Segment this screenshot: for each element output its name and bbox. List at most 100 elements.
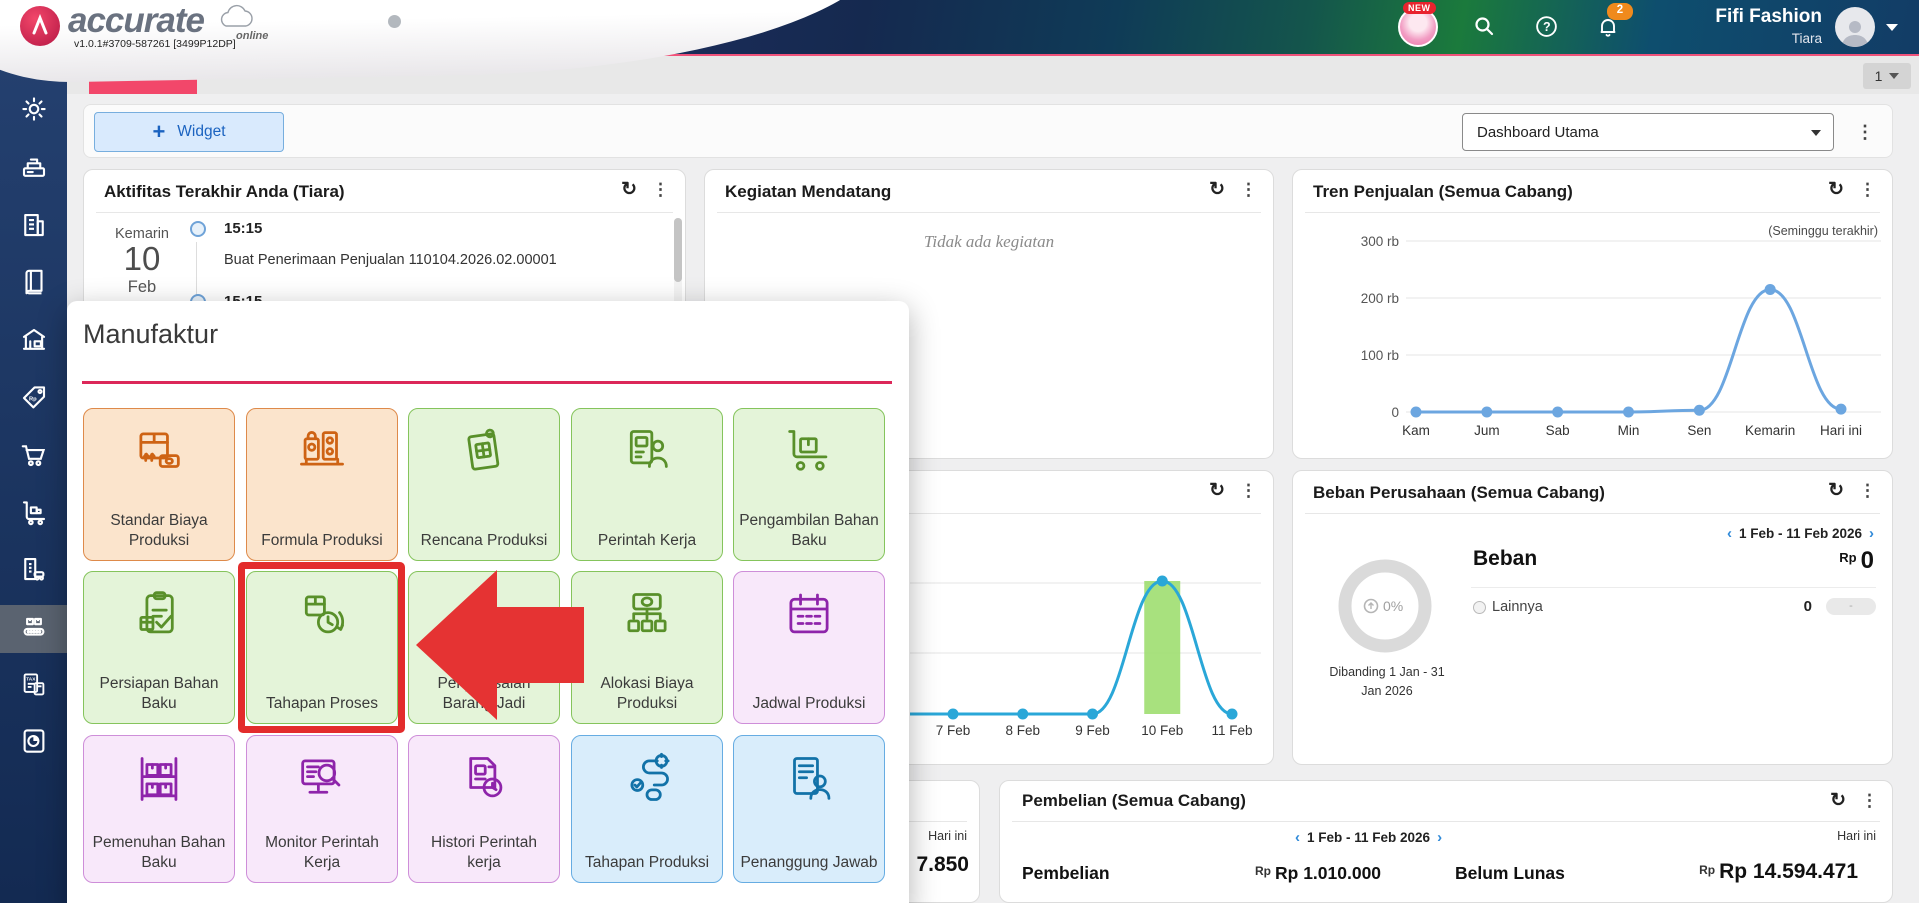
kebab-icon[interactable]: ⋮	[1240, 181, 1257, 198]
tile-alokasi-biaya-produksi[interactable]: Alokasi Biaya Produksi	[571, 571, 723, 724]
sidebar-item-price-tag[interactable]: Rp	[0, 382, 67, 414]
purchases-value: Rp Rp 1.010.000	[1255, 863, 1382, 883]
upcoming-empty-text: Tidak ada kegiatan	[923, 232, 1055, 251]
tile-jadwal-produksi[interactable]: Jadwal Produksi	[733, 571, 885, 724]
app-version: v1.0.1#3709-587261 [3499P12DP]	[74, 38, 236, 50]
main-sidebar: Rp TAX	[0, 54, 67, 903]
kebab-icon[interactable]: ⋮	[1240, 482, 1257, 499]
refresh-icon[interactable]: ↻	[1828, 481, 1844, 500]
tile-tahapan-produksi[interactable]: Tahapan Produksi	[571, 735, 723, 883]
refresh-icon[interactable]: ↻	[621, 180, 637, 199]
shelf-boxes-icon	[84, 750, 234, 808]
kebab-icon[interactable]: ⋮	[1859, 181, 1876, 198]
chevron-left-icon[interactable]: ‹	[1295, 829, 1300, 846]
svg-text:Jum: Jum	[1474, 423, 1500, 438]
tile-rencana-produksi[interactable]: Rencana Produksi	[408, 408, 560, 561]
svg-text:7 Feb: 7 Feb	[936, 723, 971, 738]
add-widget-button[interactable]: + Widget	[94, 112, 284, 152]
sidebar-item-reports[interactable]	[0, 725, 67, 757]
user-name: Fifi Fashion	[1715, 6, 1822, 27]
divider	[1305, 513, 1880, 514]
svg-text:Hari ini: Hari ini	[1820, 423, 1862, 438]
svg-text:Sen: Sen	[1687, 423, 1711, 438]
user-avatar[interactable]	[1835, 7, 1875, 47]
toolbar-kebab-icon[interactable]: ⋮	[1856, 122, 1874, 143]
dashboard-selector-value: Dashboard Utama	[1477, 123, 1599, 141]
sidebar-item-tax[interactable]: TAX	[0, 669, 67, 701]
sidebar-item-settings[interactable]	[0, 93, 67, 125]
expense-card: Beban Perusahaan (Semua Cabang) ↻ ⋮ ‹ 1 …	[1292, 470, 1893, 765]
expense-legend-value: 0	[1803, 598, 1812, 615]
page-count-selector[interactable]: 1	[1863, 63, 1911, 89]
divider	[96, 212, 673, 213]
refresh-icon[interactable]: ↻	[1830, 791, 1846, 810]
formula-machines-icon	[247, 423, 397, 481]
conveyor-boxes-icon	[23, 617, 44, 636]
help-icon[interactable]: ?	[1534, 14, 1559, 39]
refresh-icon[interactable]: ↻	[1209, 180, 1225, 199]
tile-pengambilan-bahan-baku[interactable]: Pengambilan Bahan Baku	[733, 408, 885, 561]
sidebar-item-inventory[interactable]	[0, 497, 67, 529]
purchases-date-range: ‹ 1 Feb - 11 Feb 2026 ›	[1295, 829, 1442, 846]
search-icon[interactable]	[1472, 14, 1496, 38]
popup-title: Manufaktur	[83, 319, 219, 349]
expense-title: Beban Perusahaan (Semua Cabang)	[1313, 483, 1605, 502]
gear-icon	[21, 97, 46, 121]
tile-perintah-kerja[interactable]: Perintah Kerja	[571, 408, 723, 561]
accurate-logo-icon[interactable]	[20, 6, 60, 46]
sidebar-item-bank[interactable]	[0, 324, 67, 356]
chevron-right-icon[interactable]: ›	[1437, 829, 1442, 846]
tile-pemenuhan-bahan-baku[interactable]: Pemenuhan Bahan Baku	[83, 735, 235, 883]
tile-standar-biaya-produksi[interactable]: Standar Biaya Produksi	[83, 408, 235, 561]
material-trolley-icon	[734, 423, 884, 481]
tile-persiapan-bahan-baku[interactable]: Persiapan Bahan Baku	[83, 571, 235, 724]
chevron-right-icon[interactable]: ›	[1869, 525, 1874, 542]
user-info[interactable]: Fifi Fashion Tiara	[1630, 6, 1822, 47]
shopping-cart-icon	[21, 445, 45, 467]
clipboard-check-icon	[84, 586, 234, 644]
chevron-left-icon[interactable]: ‹	[1727, 525, 1732, 542]
sidebar-item-fixed-asset[interactable]	[0, 553, 67, 585]
tile-histori-perintah-kerja[interactable]: Histori Perintah kerja	[408, 735, 560, 883]
chevron-down-icon[interactable]	[1886, 24, 1898, 31]
popup-title-underline	[82, 381, 892, 384]
kebab-icon[interactable]: ⋮	[1861, 792, 1878, 809]
activity-time: 15:15	[224, 220, 263, 237]
sales-trend-title: Tren Penjualan (Semua Cabang)	[1313, 182, 1573, 201]
person-document-icon	[734, 750, 884, 808]
purchases-period-label: Hari ini	[1837, 829, 1876, 843]
period-label: Hari ini	[928, 829, 967, 843]
refresh-icon[interactable]: ↻	[1828, 180, 1844, 199]
sidebar-item-cash-register[interactable]	[0, 151, 67, 183]
tile-formula-produksi[interactable]: Formula Produksi	[246, 408, 398, 561]
expense-date-range: ‹ 1 Feb - 11 Feb 2026 ›	[1727, 525, 1874, 542]
bank-store-icon	[22, 328, 45, 350]
brand-name[interactable]: accurate	[68, 1, 205, 41]
activity-text[interactable]: Buat Penerimaan Penjualan 110104.2026.02…	[224, 252, 664, 268]
expense-total: Rp 0	[1839, 547, 1874, 574]
kebab-icon[interactable]: ⋮	[652, 181, 669, 198]
new-badge: NEW	[1403, 2, 1436, 14]
svg-text:100 rb: 100 rb	[1361, 348, 1399, 363]
sidebar-item-ledger[interactable]	[0, 266, 67, 298]
top-header-bar: accurate online v1.0.1#3709-587261 [3499…	[0, 0, 1919, 85]
kebab-icon[interactable]: ⋮	[1859, 482, 1876, 499]
divider	[717, 212, 1261, 213]
expense-legend-label: Lainnya	[1492, 599, 1543, 615]
dashboard-toolbar: + Widget Dashboard Utama ⋮	[83, 104, 1893, 158]
sidebar-item-company[interactable]	[0, 209, 67, 241]
sales-trend-card: Tren Penjualan (Semua Cabang) ↻ ⋮ (Semin…	[1292, 169, 1893, 459]
tax-calculator-icon: TAX	[23, 673, 44, 696]
purchases-card: Pembelian (Semua Cabang) ↻ ⋮ ‹ 1 Feb - 1…	[999, 780, 1893, 903]
tile-penanggung-jawab[interactable]: Penanggung Jawab	[733, 735, 885, 883]
tile-monitor-perintah-kerja[interactable]: Monitor Perintah Kerja	[246, 735, 398, 883]
expense-legend-delta-pill: -	[1826, 598, 1876, 615]
widget-button-label: Widget	[177, 123, 226, 140]
refresh-icon[interactable]: ↻	[1209, 481, 1225, 500]
dashboard-selector[interactable]: Dashboard Utama	[1462, 113, 1834, 151]
scrollbar-thumb[interactable]	[674, 218, 682, 282]
purchases-due-label: Belum Lunas	[1455, 863, 1565, 883]
sidebar-item-purchases[interactable]	[0, 439, 67, 471]
purchases-due-value: Rp Rp 14.594.471	[1699, 860, 1858, 883]
sidebar-item-manufacture[interactable]	[0, 611, 67, 643]
